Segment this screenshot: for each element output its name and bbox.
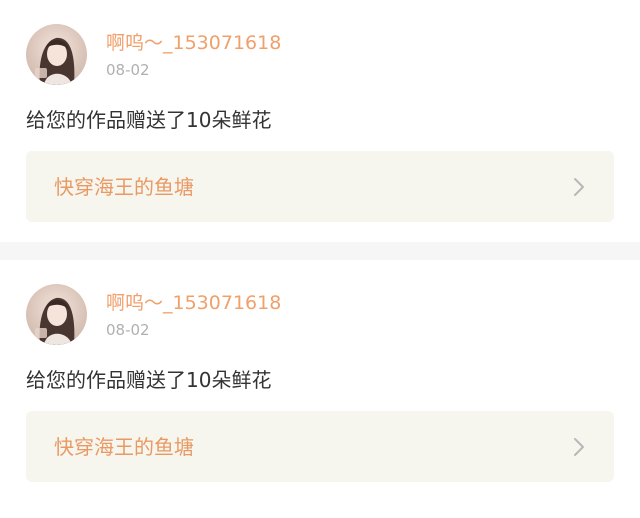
gift-message: 给您的作品赠送了10朵鲜花 [26, 368, 272, 392]
work-link[interactable]: 快穿海王的鱼塘 [26, 411, 614, 482]
work-title: 快穿海王的鱼塘 [54, 435, 194, 459]
chevron-right-icon [574, 178, 584, 196]
avatar-photo-icon [26, 284, 87, 345]
notification-date: 08-02 [106, 61, 150, 79]
gift-message: 给您的作品赠送了10朵鲜花 [26, 108, 272, 132]
chevron-right-icon [574, 438, 584, 456]
user-avatar[interactable] [26, 284, 87, 345]
avatar-photo-icon [26, 24, 87, 85]
work-link[interactable]: 快穿海王的鱼塘 [26, 151, 614, 222]
notification-date: 08-02 [106, 321, 150, 339]
notification-feed: 啊呜～_153071618 08-02 给您的作品赠送了10朵鲜花 快穿海王的鱼… [0, 0, 640, 518]
work-title: 快穿海王的鱼塘 [54, 175, 194, 199]
gift-notification-card: 啊呜～_153071618 08-02 给您的作品赠送了10朵鲜花 快穿海王的鱼… [0, 260, 640, 518]
gift-notification-card: 啊呜～_153071618 08-02 给您的作品赠送了10朵鲜花 快穿海王的鱼… [0, 0, 640, 242]
user-avatar[interactable] [26, 24, 87, 85]
username[interactable]: 啊呜～_153071618 [106, 291, 281, 315]
username[interactable]: 啊呜～_153071618 [106, 31, 281, 55]
